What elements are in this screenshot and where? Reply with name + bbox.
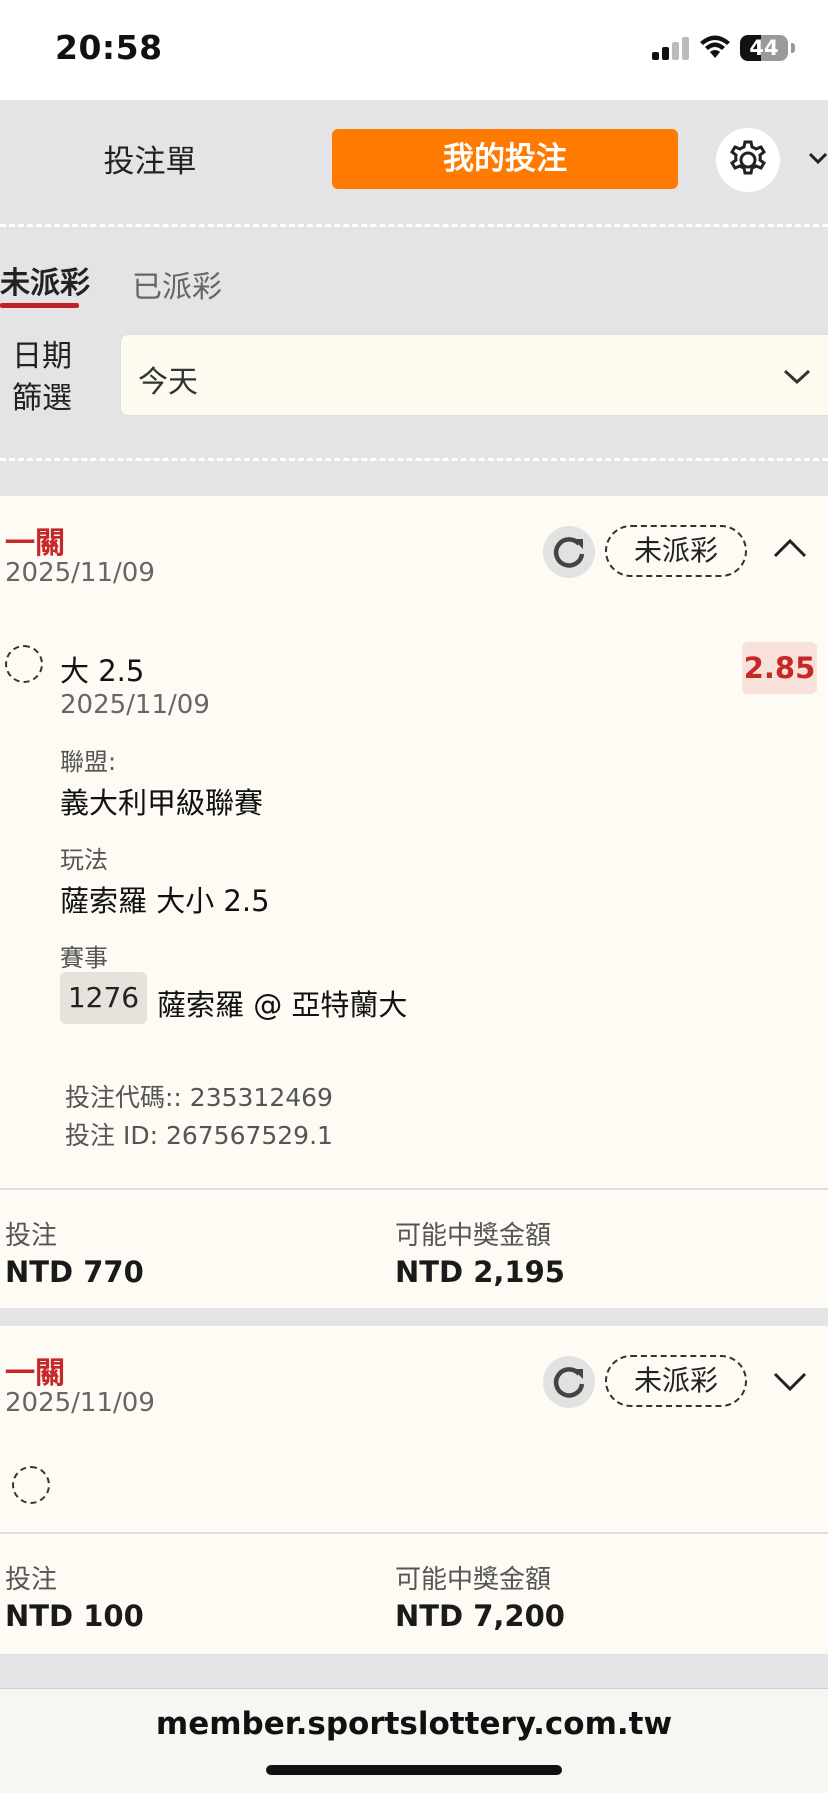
payout-value: NTD 7,200: [395, 1599, 565, 1633]
stake-label: 投注: [5, 1565, 58, 1595]
stake-value: NTD 770: [5, 1255, 144, 1289]
date-filter-select[interactable]: [120, 334, 828, 416]
stake-label: 投注: [5, 1221, 58, 1251]
bet-type: 一關: [5, 526, 65, 561]
payout-label: 可能中獎金額: [395, 1221, 552, 1251]
date-filter-value: 今天: [138, 365, 198, 400]
settings-button[interactable]: [716, 128, 780, 192]
url-text[interactable]: member.sportslottery.com.tw: [0, 1706, 828, 1742]
date-filter-label-line2: 篩選: [12, 381, 72, 416]
wifi-icon: [698, 34, 732, 64]
date-filter-label: 日期 篩選: [12, 336, 72, 420]
chevron-down-icon[interactable]: [808, 148, 828, 172]
tab-unsettled[interactable]: 未派彩: [0, 258, 90, 302]
refresh-button[interactable]: [543, 526, 595, 578]
tab-my-bets[interactable]: 我的投注: [332, 129, 678, 189]
selection-status-indicator: [5, 645, 43, 683]
payout-label: 可能中獎金額: [395, 1565, 552, 1595]
selection-status-indicator: [12, 1466, 50, 1504]
league-label: 聯盟:: [60, 748, 117, 776]
chevron-up-icon[interactable]: [772, 536, 808, 564]
event-code-badge: 1276: [60, 972, 147, 1024]
date-filter-label-line1: 日期: [12, 339, 72, 374]
refresh-button[interactable]: [543, 1356, 595, 1408]
battery-percentage: 44: [749, 36, 779, 60]
bet-id: 投注 ID: 267567529.1: [65, 1121, 333, 1150]
refresh-icon: [553, 537, 585, 568]
status-badge: 未派彩: [605, 525, 747, 577]
battery-icon: 44: [740, 35, 788, 61]
battery-nub: [791, 43, 795, 53]
status-badge: 未派彩: [605, 1355, 747, 1407]
divider: [0, 224, 828, 227]
divider: [0, 458, 828, 461]
tab-bet-slip[interactable]: 投注單: [60, 136, 240, 181]
divider: [0, 1188, 828, 1190]
bet-type: 一關: [5, 1356, 65, 1391]
stake-value: NTD 100: [5, 1599, 144, 1633]
tab-settled[interactable]: 已派彩: [132, 262, 222, 306]
league-value: 義大利甲級聯賽: [60, 786, 264, 820]
cellular-signal-icon: [652, 37, 692, 60]
market-value: 薩索羅 大小 2.5: [60, 884, 270, 918]
bet-date: 2025/11/09: [5, 558, 155, 588]
chevron-down-icon: [782, 368, 812, 390]
home-indicator[interactable]: [266, 1765, 562, 1775]
market-label: 玩法: [60, 846, 108, 874]
event-value: 薩索羅 @ 亞特蘭大: [157, 988, 408, 1022]
payout-value: NTD 2,195: [395, 1255, 565, 1289]
refresh-icon: [553, 1367, 585, 1398]
status-time: 20:58: [55, 28, 163, 67]
event-label: 賽事: [60, 944, 108, 972]
gear-icon: [730, 140, 766, 175]
chevron-down-icon[interactable]: [772, 1370, 808, 1398]
divider: [0, 1532, 828, 1534]
bet-date: 2025/11/09: [5, 1388, 155, 1418]
active-tab-indicator: [0, 303, 79, 308]
selection-name: 大 2.5: [60, 654, 145, 688]
odds-badge: 2.85: [742, 642, 817, 694]
selection-date: 2025/11/09: [60, 690, 210, 720]
bet-code: 投注代碼:: 235312469: [65, 1083, 333, 1112]
